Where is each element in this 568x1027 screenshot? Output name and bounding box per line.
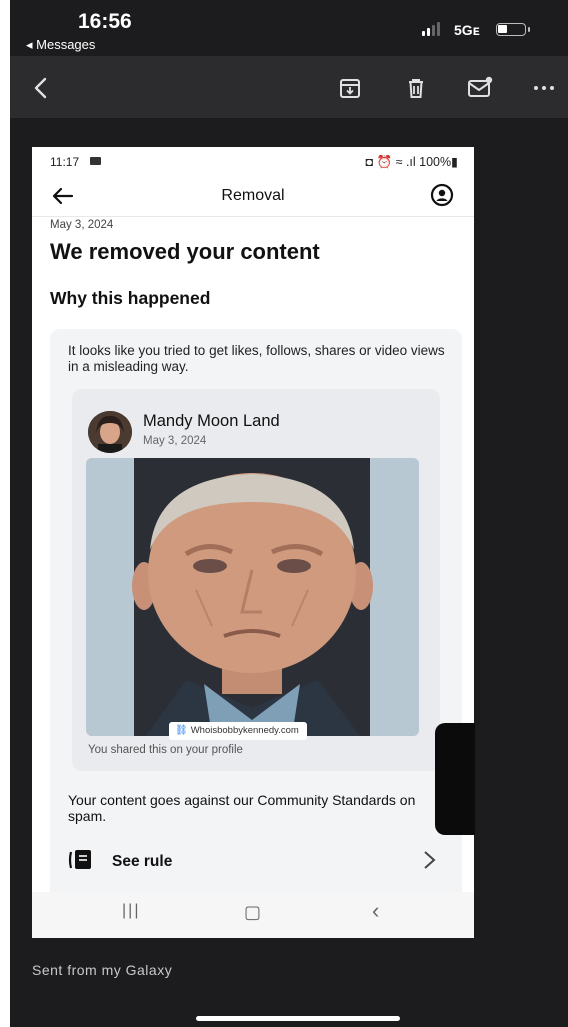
profile-icon[interactable] [430,183,454,207]
removal-heading: We removed your content [50,239,320,264]
mail-unread-icon[interactable] [466,74,494,102]
link-icon: ⛓ [175,725,188,736]
back-chevron-icon[interactable] [28,74,56,102]
ios-status-bar: 16:56 ◂ Messages 5Gᴇ [10,0,568,56]
status-time: 16:56 [78,10,132,33]
trash-icon[interactable] [402,74,430,102]
battery-icon [496,23,530,36]
shared-note: You shared this on your profile [88,744,243,756]
reason-heading: Why this happened [50,288,211,308]
standards-text: Your content goes against our Community … [68,792,416,824]
page-title: Removal [221,187,285,204]
post-link-chip[interactable]: ⛓ Whoisbobbykennedy.com [169,722,307,740]
see-rule-row[interactable]: See rule [68,845,438,879]
more-icon[interactable] [530,74,558,102]
email-body: 11:17 ◘ ⏰ ≈ .ıl 100%▮ Removal May 3, 202… [10,118,568,1027]
archive-icon[interactable] [336,74,364,102]
email-viewer: 16:56 ◂ Messages 5Gᴇ 11:17 ◘ ⏰ ≈ .ıl 100… [10,0,568,1027]
rulebook-icon [68,849,94,871]
removal-date: May 3, 2024 [50,219,114,231]
video-call-icon [90,157,101,165]
post-image[interactable] [86,458,419,736]
header-divider [32,216,474,217]
see-rule-label: See rule [112,853,173,870]
back-to-messages-link[interactable]: ◂ Messages [26,37,95,53]
android-status-bar: 11:17 ◘ ⏰ ≈ .ıl 100%▮ [32,147,474,177]
home-button[interactable]: ▢ [244,902,261,923]
post-date: May 3, 2024 [143,435,207,447]
edge-panel-handle[interactable] [435,723,475,835]
mail-toolbar [10,56,568,118]
home-indicator[interactable] [196,1016,400,1021]
post-author[interactable]: Mandy Moon Land [143,412,280,431]
network-label: 5Gᴇ [454,22,480,38]
attached-screenshot: 11:17 ◘ ⏰ ≈ .ıl 100%▮ Removal May 3, 202… [32,147,474,938]
avatar [88,411,132,453]
nav-back-button[interactable]: ‹ [372,898,379,924]
android-time: 11:17 [50,155,80,169]
recents-button[interactable]: ||| [122,902,140,920]
android-nav-bar: ||| ▢ ‹ [32,892,474,938]
explanation-text: It looks like you tried to get likes, fo… [68,343,445,374]
android-status-icons: ◘ ⏰ ≈ .ıl 100%▮ [365,155,458,169]
post-link-text: Whoisbobbykennedy.com [190,725,299,736]
removal-header: Removal [32,177,474,217]
signal-icon [422,22,444,36]
email-signature: Sent from my Galaxy [32,962,173,978]
chevron-right-icon [420,849,438,871]
